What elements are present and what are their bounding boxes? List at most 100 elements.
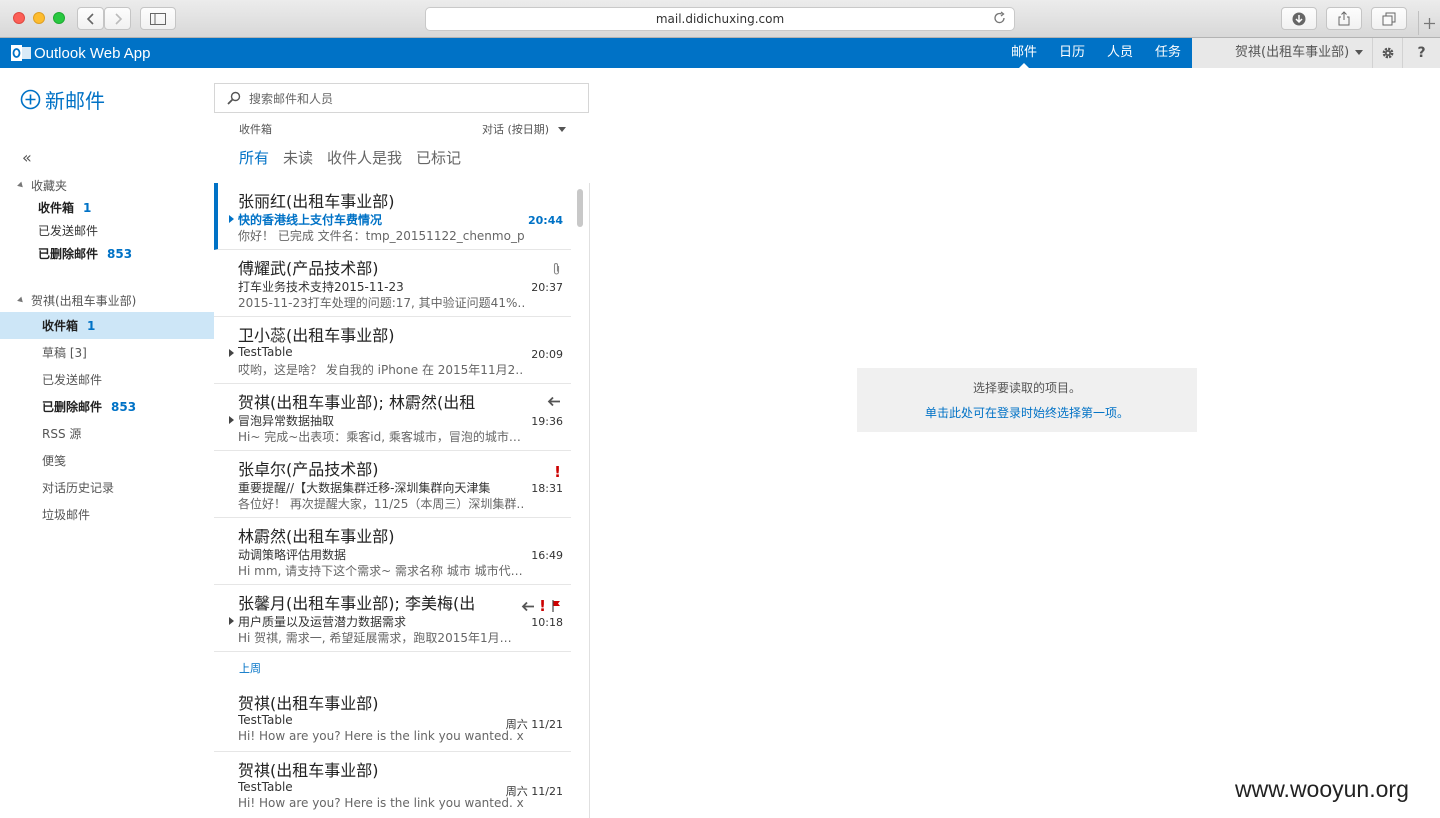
nav-people[interactable]: 人员	[1096, 38, 1144, 68]
message-list: 张丽红(出租车事业部) 快的香港线上支付车费情况 你好！ 已完成 文件名：tmp…	[214, 183, 590, 818]
share-icon	[1338, 11, 1350, 26]
message-list-scrollbar[interactable]	[577, 189, 583, 227]
folder-label: 已发送邮件	[42, 373, 103, 387]
filter-all[interactable]: 所有	[239, 147, 269, 168]
filter-to-me[interactable]: 收件人是我	[327, 147, 402, 168]
forward-button[interactable]	[104, 7, 131, 30]
favorites-header[interactable]: 收藏夹	[17, 177, 67, 194]
search-placeholder: 搜索邮件和人员	[249, 91, 334, 106]
folder-pane: 新邮件 « 收藏夹 收件箱 1 已发送邮件 已删除邮件 853 贺祺(出租车事业部)…	[0, 68, 214, 818]
plus-icon	[1424, 17, 1435, 29]
folder-rss[interactable]: RSS 源	[0, 420, 214, 447]
mailbox-header[interactable]: 贺祺(出租车事业部)	[17, 292, 136, 309]
message-item[interactable]: 傅耀武(产品技术部) 打车业务技术支持2015-11-23 2015-11-23…	[214, 250, 571, 317]
reading-pane-placeholder: 选择要读取的项目。 单击此处可在登录时始终选择第一项。	[857, 368, 1197, 432]
message-subject: 重要提醒//【大数据集群迁移-深圳集群向天津集	[238, 481, 491, 495]
folder-label: 已删除邮件	[42, 400, 103, 414]
message-item[interactable]: 张馨月(出租车事业部); 李美梅(出 ! 用户质量以及运营潜力数据需求 Hi 贺…	[214, 585, 571, 652]
filter-flagged[interactable]: 已标记	[416, 147, 461, 168]
user-menu[interactable]: 贺祺(出租车事业部)	[1192, 38, 1364, 68]
high-importance-icon: !	[554, 463, 561, 481]
message-item[interactable]: 贺祺(出租车事业部); 林霨然(出租 冒泡异常数据抽取 Hi~ 完成~出表项：乘…	[214, 384, 571, 451]
new-tab-button[interactable]	[1418, 11, 1440, 35]
user-name: 贺祺(出租车事业部)	[1235, 45, 1350, 60]
filter-unread[interactable]: 未读	[283, 147, 313, 168]
collapse-pane-button[interactable]: «	[22, 148, 32, 167]
search-icon	[227, 91, 241, 105]
message-time: 18:31	[531, 482, 563, 495]
message-subject: TestTable	[238, 713, 293, 727]
app-brand[interactable]: Outlook Web App	[11, 44, 150, 62]
flag-icon[interactable]	[552, 600, 561, 612]
favorite-deleted[interactable]: 已删除邮件 853	[0, 240, 214, 267]
watermark: www.wooyun.org	[1235, 776, 1409, 802]
replied-arrow-icon	[547, 396, 560, 407]
message-subject: 快的香港线上支付车费情况	[238, 213, 383, 227]
folder-label: 收件箱	[42, 319, 79, 333]
folder-label: RSS 源	[42, 427, 82, 441]
folder-junk[interactable]: 垃圾邮件	[0, 501, 214, 528]
folder-inbox[interactable]: 收件箱 1	[0, 312, 214, 339]
plus-circle-icon	[20, 89, 41, 110]
nav-tasks[interactable]: 任务	[1144, 38, 1192, 68]
message-preview: Hi~ 完成~出表项：乘客id, 乘客城市，冒泡的城市…	[238, 430, 521, 444]
address-bar[interactable]: mail.didichuxing.com	[425, 7, 1015, 31]
search-input[interactable]: 搜索邮件和人员	[214, 83, 589, 113]
back-button[interactable]	[77, 7, 104, 30]
minimize-window-button[interactable]	[33, 12, 45, 24]
chevron-down-icon	[558, 126, 567, 132]
expand-conversation-icon[interactable]	[229, 215, 234, 223]
gear-icon	[1382, 47, 1393, 59]
sort-dropdown[interactable]: 对话 (按日期)	[482, 121, 567, 137]
message-preview: Hi! How are you? Here is the link you wa…	[238, 796, 524, 810]
sidebar-toggle-button[interactable]	[140, 7, 176, 30]
high-importance-icon: !	[539, 597, 546, 615]
message-preview: Hi mm, 请支持下这个需求~ 需求名称 城市 城市代…	[238, 564, 523, 578]
sidebar-icon	[150, 12, 166, 25]
message-item[interactable]: 林霨然(出租车事业部) 动调策略评估用数据 Hi mm, 请支持下这个需求~ 需…	[214, 518, 571, 585]
message-subject: TestTable	[238, 780, 293, 794]
message-item[interactable]: 张卓尔(产品技术部) ! 重要提醒//【大数据集群迁移-深圳集群向天津集 各位好…	[214, 451, 571, 518]
message-sender: 林霨然(出租车事业部)	[238, 527, 395, 546]
nav-mail[interactable]: 邮件	[1000, 38, 1048, 68]
top-navigation: 邮件 日历 人员 任务	[1000, 38, 1192, 68]
folder-sent[interactable]: 已发送邮件	[0, 366, 214, 393]
week-group-header: 上周	[239, 662, 261, 675]
zoom-window-button[interactable]	[53, 12, 65, 24]
always-select-first-link[interactable]: 单击此处可在登录时始终选择第一项。	[857, 404, 1197, 421]
message-icons: !	[521, 597, 561, 615]
url-text: mail.didichuxing.com	[655, 12, 785, 26]
tabs-overview-button[interactable]	[1371, 7, 1407, 30]
message-item[interactable]: 卫小蕊(出租车事业部) TestTable 哎哟，这是啥？ 发自我的 iPhon…	[214, 317, 571, 384]
message-icons: !	[550, 463, 561, 481]
expand-conversation-icon[interactable]	[229, 416, 234, 424]
message-item[interactable]: 张丽红(出租车事业部) 快的香港线上支付车费情况 你好！ 已完成 文件名：tmp…	[214, 183, 571, 250]
folder-conversation-history[interactable]: 对话历史记录	[0, 474, 214, 501]
message-item[interactable]: 贺祺(出租车事业部) TestTable Hi! How are you? He…	[214, 685, 571, 752]
expand-triangle-icon	[17, 296, 25, 305]
message-preview: 2015-11-23打车处理的问题:17, 其中验证问题41%…	[238, 296, 524, 310]
expand-conversation-icon[interactable]	[229, 349, 234, 357]
close-window-button[interactable]	[13, 12, 25, 24]
help-button[interactable]: ?	[1402, 38, 1440, 68]
message-sender: 卫小蕊(出租车事业部)	[238, 326, 395, 345]
nav-calendar[interactable]: 日历	[1048, 38, 1096, 68]
reload-icon[interactable]	[993, 11, 1007, 25]
downloads-button[interactable]	[1281, 7, 1317, 30]
folder-drafts[interactable]: 草稿 [3]	[0, 339, 214, 366]
settings-button[interactable]	[1372, 38, 1402, 68]
folder-notes[interactable]: 便笺	[0, 447, 214, 474]
expand-triangle-icon	[17, 181, 25, 190]
message-preview: Hi! How are you? Here is the link you wa…	[238, 729, 524, 743]
message-item[interactable]: 贺祺(出租车事业部) TestTable Hi! How are you? He…	[214, 752, 571, 818]
sort-label: 对话 (按日期)	[482, 123, 550, 136]
message-subject: 动调策略评估用数据	[238, 548, 347, 562]
tabs-icon	[1382, 12, 1396, 25]
share-button[interactable]	[1326, 7, 1362, 30]
user-area: 贺祺(出租车事业部) ?	[1192, 38, 1440, 68]
current-folder-label: 收件箱	[239, 123, 272, 136]
folder-deleted[interactable]: 已删除邮件 853	[0, 393, 214, 420]
new-mail-button[interactable]: 新邮件	[20, 85, 105, 114]
expand-conversation-icon[interactable]	[229, 617, 234, 625]
message-sender: 张卓尔(产品技术部)	[238, 460, 379, 479]
